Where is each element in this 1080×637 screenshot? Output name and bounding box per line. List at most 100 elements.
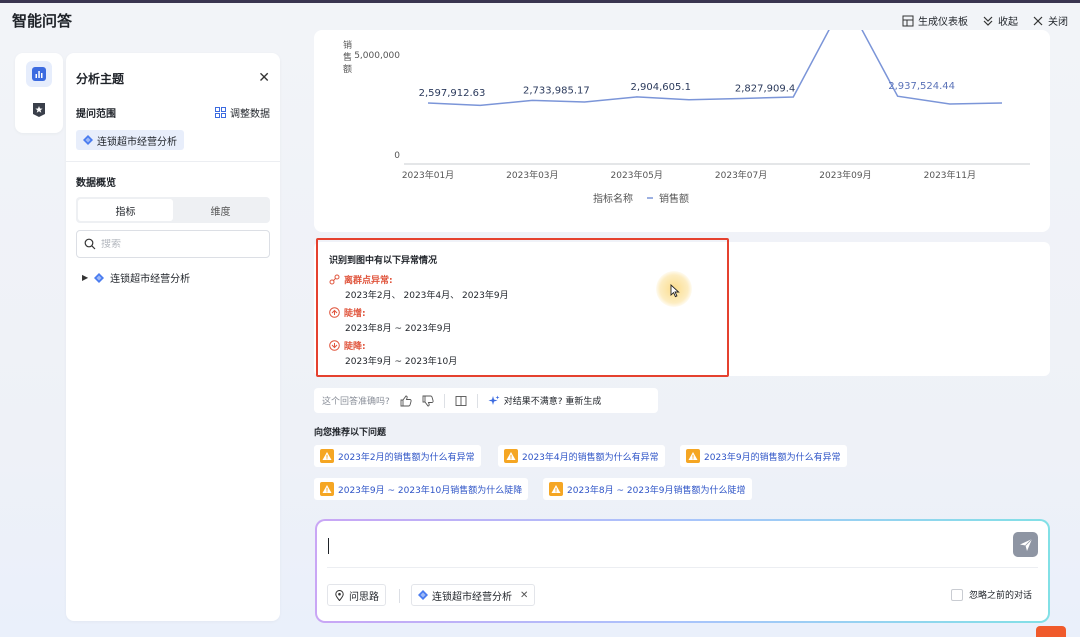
warning-icon bbox=[504, 449, 518, 463]
anomaly-title: 识别到图中有以下异常情况 bbox=[329, 256, 438, 266]
legend-series-name: 销售额 bbox=[659, 192, 689, 205]
x-tick-label: 2023年03月 bbox=[506, 169, 558, 181]
ignore-history-checkbox[interactable] bbox=[950, 588, 963, 601]
idea-chip-label: 问思路 bbox=[349, 591, 379, 603]
scope-chip[interactable]: 连锁超市经营分析 bbox=[76, 130, 184, 150]
input-scope-chip[interactable]: 连锁超市经营分析 ✕ bbox=[411, 584, 536, 606]
search-input[interactable] bbox=[101, 238, 251, 250]
idea-chip[interactable]: 问思路 bbox=[327, 584, 386, 606]
expand-caret-icon[interactable]: ▶ bbox=[82, 273, 88, 282]
scope-label: 提问范围 bbox=[76, 109, 116, 120]
sparkle-icon bbox=[488, 395, 500, 405]
adjust-data-label: 调整数据 bbox=[230, 109, 270, 120]
rail-favorites-button[interactable] bbox=[26, 97, 52, 123]
y-tick-label: 5,000,000 bbox=[354, 51, 400, 61]
recommend-title: 向您推荐以下问题 bbox=[314, 428, 387, 438]
x-tick-label: 2023年01月 bbox=[402, 169, 454, 181]
data-label: 2,904,605.1 bbox=[631, 82, 691, 93]
mouse-pointer-icon bbox=[670, 284, 680, 298]
collapse-button[interactable]: 收起 bbox=[982, 13, 1018, 28]
regenerate-button[interactable]: 对结果不满意? 重新生成 bbox=[488, 394, 601, 407]
recommend-question-label: 2023年2月的销售额为什么有异常 bbox=[338, 452, 475, 463]
anomaly-drop-type: 陡降: bbox=[344, 342, 366, 352]
y-tick-label: 0 bbox=[394, 151, 400, 161]
add-to-dashboard-icon[interactable] bbox=[455, 395, 467, 407]
panel-header: 分析主题 ✕ bbox=[66, 53, 280, 91]
arrow-up-icon bbox=[329, 307, 340, 318]
feedback-question: 这个回答准确吗? bbox=[322, 397, 390, 407]
remove-chip-icon[interactable]: ✕ bbox=[520, 590, 528, 601]
generate-dashboard-label: 生成仪表板 bbox=[918, 17, 968, 28]
overview-label: 数据概览 bbox=[76, 178, 116, 189]
outlier-icon bbox=[329, 274, 340, 285]
recommend-question[interactable]: 2023年8月 ~ 2023年9月销售额为什么陡增 bbox=[543, 478, 752, 500]
warning-icon bbox=[320, 449, 334, 463]
close-button[interactable]: 关闭 bbox=[1032, 13, 1068, 28]
overview-tabs: 指标 维度 bbox=[76, 197, 270, 223]
recommend-question[interactable]: 2023年4月的销售额为什么有异常 bbox=[498, 445, 665, 467]
panel-title: 分析主题 bbox=[76, 71, 125, 86]
tree-item-label: 连锁超市经营分析 bbox=[110, 274, 191, 285]
anomaly-outlier-type: 离群点异常: bbox=[344, 276, 393, 286]
ignore-history-label: 忽略之前的对话 bbox=[968, 591, 1032, 601]
warning-icon bbox=[686, 449, 700, 463]
dataset-icon bbox=[83, 135, 93, 145]
tab-dimensions[interactable]: 维度 bbox=[173, 199, 268, 221]
anomaly-surge-type: 陡增: bbox=[344, 309, 366, 319]
x-tick-label: 2023年09月 bbox=[819, 169, 871, 181]
question-input-box: 问思路 连锁超市经营分析 ✕ 忽略之前的对话 bbox=[315, 519, 1050, 623]
close-label: 关闭 bbox=[1048, 17, 1068, 28]
anomaly-outlier-value: 2023年2月、 2023年4月、 2023年9月 bbox=[345, 291, 509, 301]
corner-badge bbox=[1036, 626, 1066, 637]
scope-row: 提问范围 调整数据 bbox=[66, 105, 280, 120]
anomaly-drop-value: 2023年9月 ~ 2023年10月 bbox=[345, 357, 458, 367]
ignore-history-option[interactable]: 忽略之前的对话 bbox=[950, 588, 1032, 601]
data-label: 2,827,909.4 bbox=[735, 83, 795, 94]
anomaly-surge-value: 2023年8月 ~ 2023年9月 bbox=[345, 324, 452, 334]
close-icon bbox=[1033, 16, 1043, 25]
text-caret bbox=[328, 538, 329, 554]
data-label: 2,733,985.17 bbox=[523, 85, 590, 96]
tree-item[interactable]: ▶ 连锁超市经营分析 bbox=[66, 258, 280, 285]
tab-metrics[interactable]: 指标 bbox=[78, 199, 173, 221]
dataset-icon bbox=[94, 272, 105, 283]
adjust-data-button[interactable]: 调整数据 bbox=[215, 105, 270, 120]
panel-close-icon[interactable]: ✕ bbox=[258, 70, 270, 86]
x-tick-label: 2023年05月 bbox=[611, 169, 663, 181]
top-actions: 生成仪表板 收起 关闭 bbox=[902, 13, 1068, 28]
input-divider bbox=[327, 567, 1038, 568]
data-label: 2,597,912.63 bbox=[419, 88, 486, 99]
y-axis-label: 销售额 bbox=[343, 39, 352, 75]
bar-chart-icon bbox=[32, 67, 46, 81]
recommend-question-label: 2023年8月 ~ 2023年9月销售额为什么陡增 bbox=[567, 485, 746, 496]
x-tick-label: 2023年11月 bbox=[924, 169, 976, 181]
thumbs-down-icon[interactable] bbox=[422, 395, 434, 407]
feedback-separator bbox=[476, 393, 478, 408]
app-title: 智能问答 bbox=[12, 12, 73, 30]
input-scope-chip-label: 连锁超市经营分析 bbox=[432, 591, 512, 603]
x-tick-label: 2023年07月 bbox=[715, 169, 767, 181]
search-box bbox=[76, 230, 270, 258]
generate-dashboard-button[interactable]: 生成仪表板 bbox=[902, 13, 968, 28]
recommend-question[interactable]: 2023年2月的销售额为什么有异常 bbox=[314, 445, 481, 467]
rail-analysis-button[interactable] bbox=[26, 61, 52, 87]
thumbs-up-icon[interactable] bbox=[400, 395, 412, 407]
left-rail bbox=[15, 53, 63, 133]
send-button[interactable] bbox=[1013, 532, 1038, 557]
collapse-icon bbox=[983, 16, 993, 26]
question-input[interactable]: 问思路 连锁超市经营分析 ✕ 忽略之前的对话 bbox=[317, 521, 1048, 621]
dataset-icon bbox=[418, 590, 428, 600]
analysis-topic-panel: 分析主题 ✕ 提问范围 调整数据 连锁超市经营分析 数据概览 指标 维度 ▶ 连… bbox=[66, 53, 280, 621]
recommend-question[interactable]: 2023年9月 ~ 2023年10月销售额为什么陡降 bbox=[314, 478, 529, 500]
location-pin-icon bbox=[335, 589, 344, 601]
arrow-down-icon bbox=[329, 340, 340, 351]
recommend-question[interactable]: 2023年9月的销售额为什么有异常 bbox=[680, 445, 847, 467]
input-chip-separator bbox=[399, 589, 400, 603]
recommend-question-label: 2023年4月的销售额为什么有异常 bbox=[522, 452, 659, 463]
collapse-label: 收起 bbox=[998, 17, 1018, 28]
anomaly-outlier-label: 离群点异常: bbox=[329, 273, 393, 286]
recommend-question-label: 2023年9月的销售额为什么有异常 bbox=[704, 452, 841, 463]
search-icon bbox=[84, 238, 96, 250]
recommend-question-label: 2023年9月 ~ 2023年10月销售额为什么陡降 bbox=[338, 485, 523, 496]
anomaly-surge-label: 陡增: bbox=[329, 306, 366, 319]
